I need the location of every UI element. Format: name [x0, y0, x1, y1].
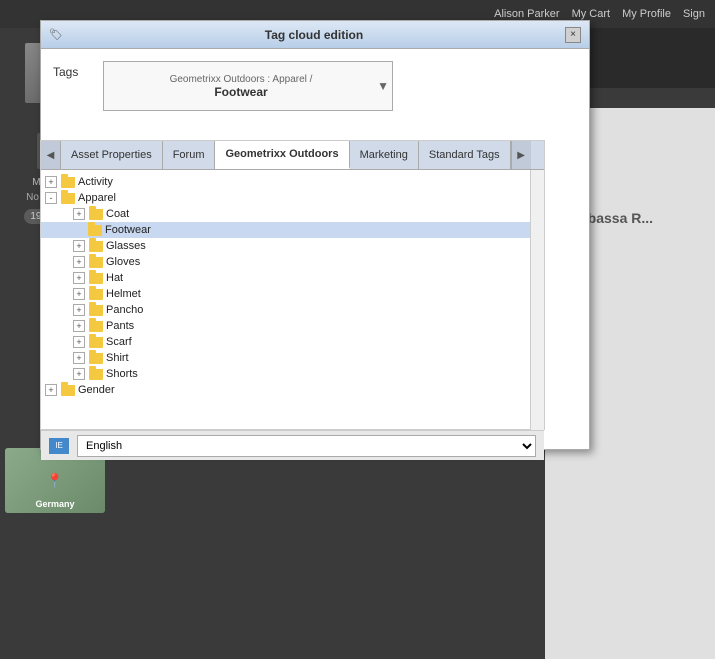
tree-expand-btn[interactable]: +: [45, 384, 57, 396]
language-icon: IE: [49, 438, 69, 454]
tree-expand-btn[interactable]: +: [73, 208, 85, 220]
dropdown-arrow-icon: ▼: [377, 79, 389, 93]
tree-expand-btn[interactable]: +: [73, 256, 85, 268]
tree-expand-btn[interactable]: +: [73, 304, 85, 316]
cart-link[interactable]: My Cart: [572, 8, 611, 20]
tab-standard-tags[interactable]: Standard Tags: [419, 141, 511, 169]
folder-icon: [89, 305, 103, 316]
tab-forward-arrow[interactable]: ▶: [511, 141, 531, 169]
dialog-title-icon: 🏷: [49, 28, 63, 41]
folder-icon: [89, 337, 103, 348]
tree-item[interactable]: + Glasses: [41, 238, 530, 254]
tree-item-label: Scarf: [106, 336, 132, 348]
tags-dropdown-container[interactable]: Geometrixx Outdoors : Apparel / Footwear…: [103, 61, 393, 111]
tree-item[interactable]: + Shorts: [41, 366, 530, 382]
sign-link[interactable]: Sign: [683, 8, 705, 20]
folder-icon: [89, 209, 103, 220]
tree-item[interactable]: + Gloves: [41, 254, 530, 270]
tree-item-label: Shorts: [106, 368, 138, 380]
tree-tabs: ◀ Asset Properties Forum Geometrixx Outd…: [41, 141, 544, 170]
tree-scrollbar[interactable]: [530, 170, 544, 430]
folder-icon: [89, 273, 103, 284]
tree-item[interactable]: + Pancho: [41, 302, 530, 318]
dialog-close-button[interactable]: ×: [565, 27, 581, 43]
tags-label: Tags: [53, 61, 93, 111]
dialog-body: Tags Geometrixx Outdoors : Apparel / Foo…: [41, 49, 589, 123]
dialog-title: Tag cloud edition: [265, 28, 363, 42]
tags-dropdown-value: Footwear: [214, 85, 267, 99]
folder-icon: [61, 193, 75, 204]
tree-expand-btn[interactable]: +: [45, 176, 57, 188]
tree-expand-btn[interactable]: +: [73, 272, 85, 284]
dialog-titlebar: 🏷 Tag cloud edition ×: [41, 21, 589, 49]
tree-item[interactable]: + Activity: [41, 174, 530, 190]
folder-icon: [89, 241, 103, 252]
user-label: Alison Parker: [494, 8, 559, 20]
folder-icon: [61, 177, 75, 188]
tab-back-arrow[interactable]: ◀: [41, 141, 61, 169]
tree-item[interactable]: + Hat: [41, 270, 530, 286]
tab-asset-properties[interactable]: Asset Properties: [61, 141, 163, 169]
tree-bottom: IE EnglishGermanFrenchSpanish: [41, 430, 544, 460]
profile-link[interactable]: My Profile: [622, 8, 671, 20]
tree-panel: ◀ Asset Properties Forum Geometrixx Outd…: [40, 140, 545, 430]
language-select[interactable]: EnglishGermanFrenchSpanish: [77, 435, 536, 457]
tree-item-label: Pants: [106, 320, 134, 332]
folder-icon: [61, 385, 75, 396]
folder-icon: [89, 289, 103, 300]
tree-item-label: Helmet: [106, 288, 141, 300]
tree-expand-btn[interactable]: +: [73, 336, 85, 348]
tags-select-area: Geometrixx Outdoors : Apparel / Footwear…: [103, 61, 577, 111]
folder-icon: [88, 225, 102, 236]
tree-scroll[interactable]: + Activity - Apparel + Coat Footwear + Glasses + G…: [41, 170, 530, 430]
tree-item[interactable]: + Coat: [41, 206, 530, 222]
tree-item[interactable]: - Apparel: [41, 190, 530, 206]
tree-item-label: Coat: [106, 208, 129, 220]
tree-item-label: Pancho: [106, 304, 143, 316]
tree-item[interactable]: + Gender: [41, 382, 530, 398]
tree-item-label: Gloves: [106, 256, 140, 268]
tree-expand-btn[interactable]: +: [73, 240, 85, 252]
tree-item-label: Shirt: [106, 352, 129, 364]
tree-expand-btn[interactable]: -: [45, 192, 57, 204]
tree-item[interactable]: + Shirt: [41, 350, 530, 366]
folder-icon: [89, 321, 103, 332]
tree-item-label: Footwear: [105, 224, 151, 236]
tab-forum[interactable]: Forum: [163, 141, 216, 169]
tab-geometrixx-outdoors[interactable]: Geometrixx Outdoors: [215, 141, 349, 169]
tree-item-label: Activity: [78, 176, 113, 188]
tree-item-label: Apparel: [78, 192, 116, 204]
tree-expand-btn[interactable]: +: [73, 352, 85, 364]
tree-item[interactable]: + Pants: [41, 318, 530, 334]
tree-item[interactable]: + Scarf: [41, 334, 530, 350]
tree-expand-btn[interactable]: +: [73, 320, 85, 332]
tab-marketing[interactable]: Marketing: [350, 141, 419, 169]
tree-item-label: Glasses: [106, 240, 146, 252]
tree-expand-btn[interactable]: +: [73, 288, 85, 300]
tree-item[interactable]: Footwear: [41, 222, 530, 238]
tree-item[interactable]: + Helmet: [41, 286, 530, 302]
tags-dropdown[interactable]: Geometrixx Outdoors : Apparel / Footwear: [103, 61, 393, 111]
folder-icon: [89, 353, 103, 364]
tags-dropdown-path: Geometrixx Outdoors : Apparel /: [170, 74, 313, 85]
tree-content: + Activity - Apparel + Coat Footwear + Glasses + G…: [41, 170, 544, 430]
folder-icon: [89, 369, 103, 380]
tree-item-label: Hat: [106, 272, 123, 284]
folder-icon: [89, 257, 103, 268]
tree-expand-btn[interactable]: +: [73, 368, 85, 380]
tree-item-label: Gender: [78, 384, 115, 396]
